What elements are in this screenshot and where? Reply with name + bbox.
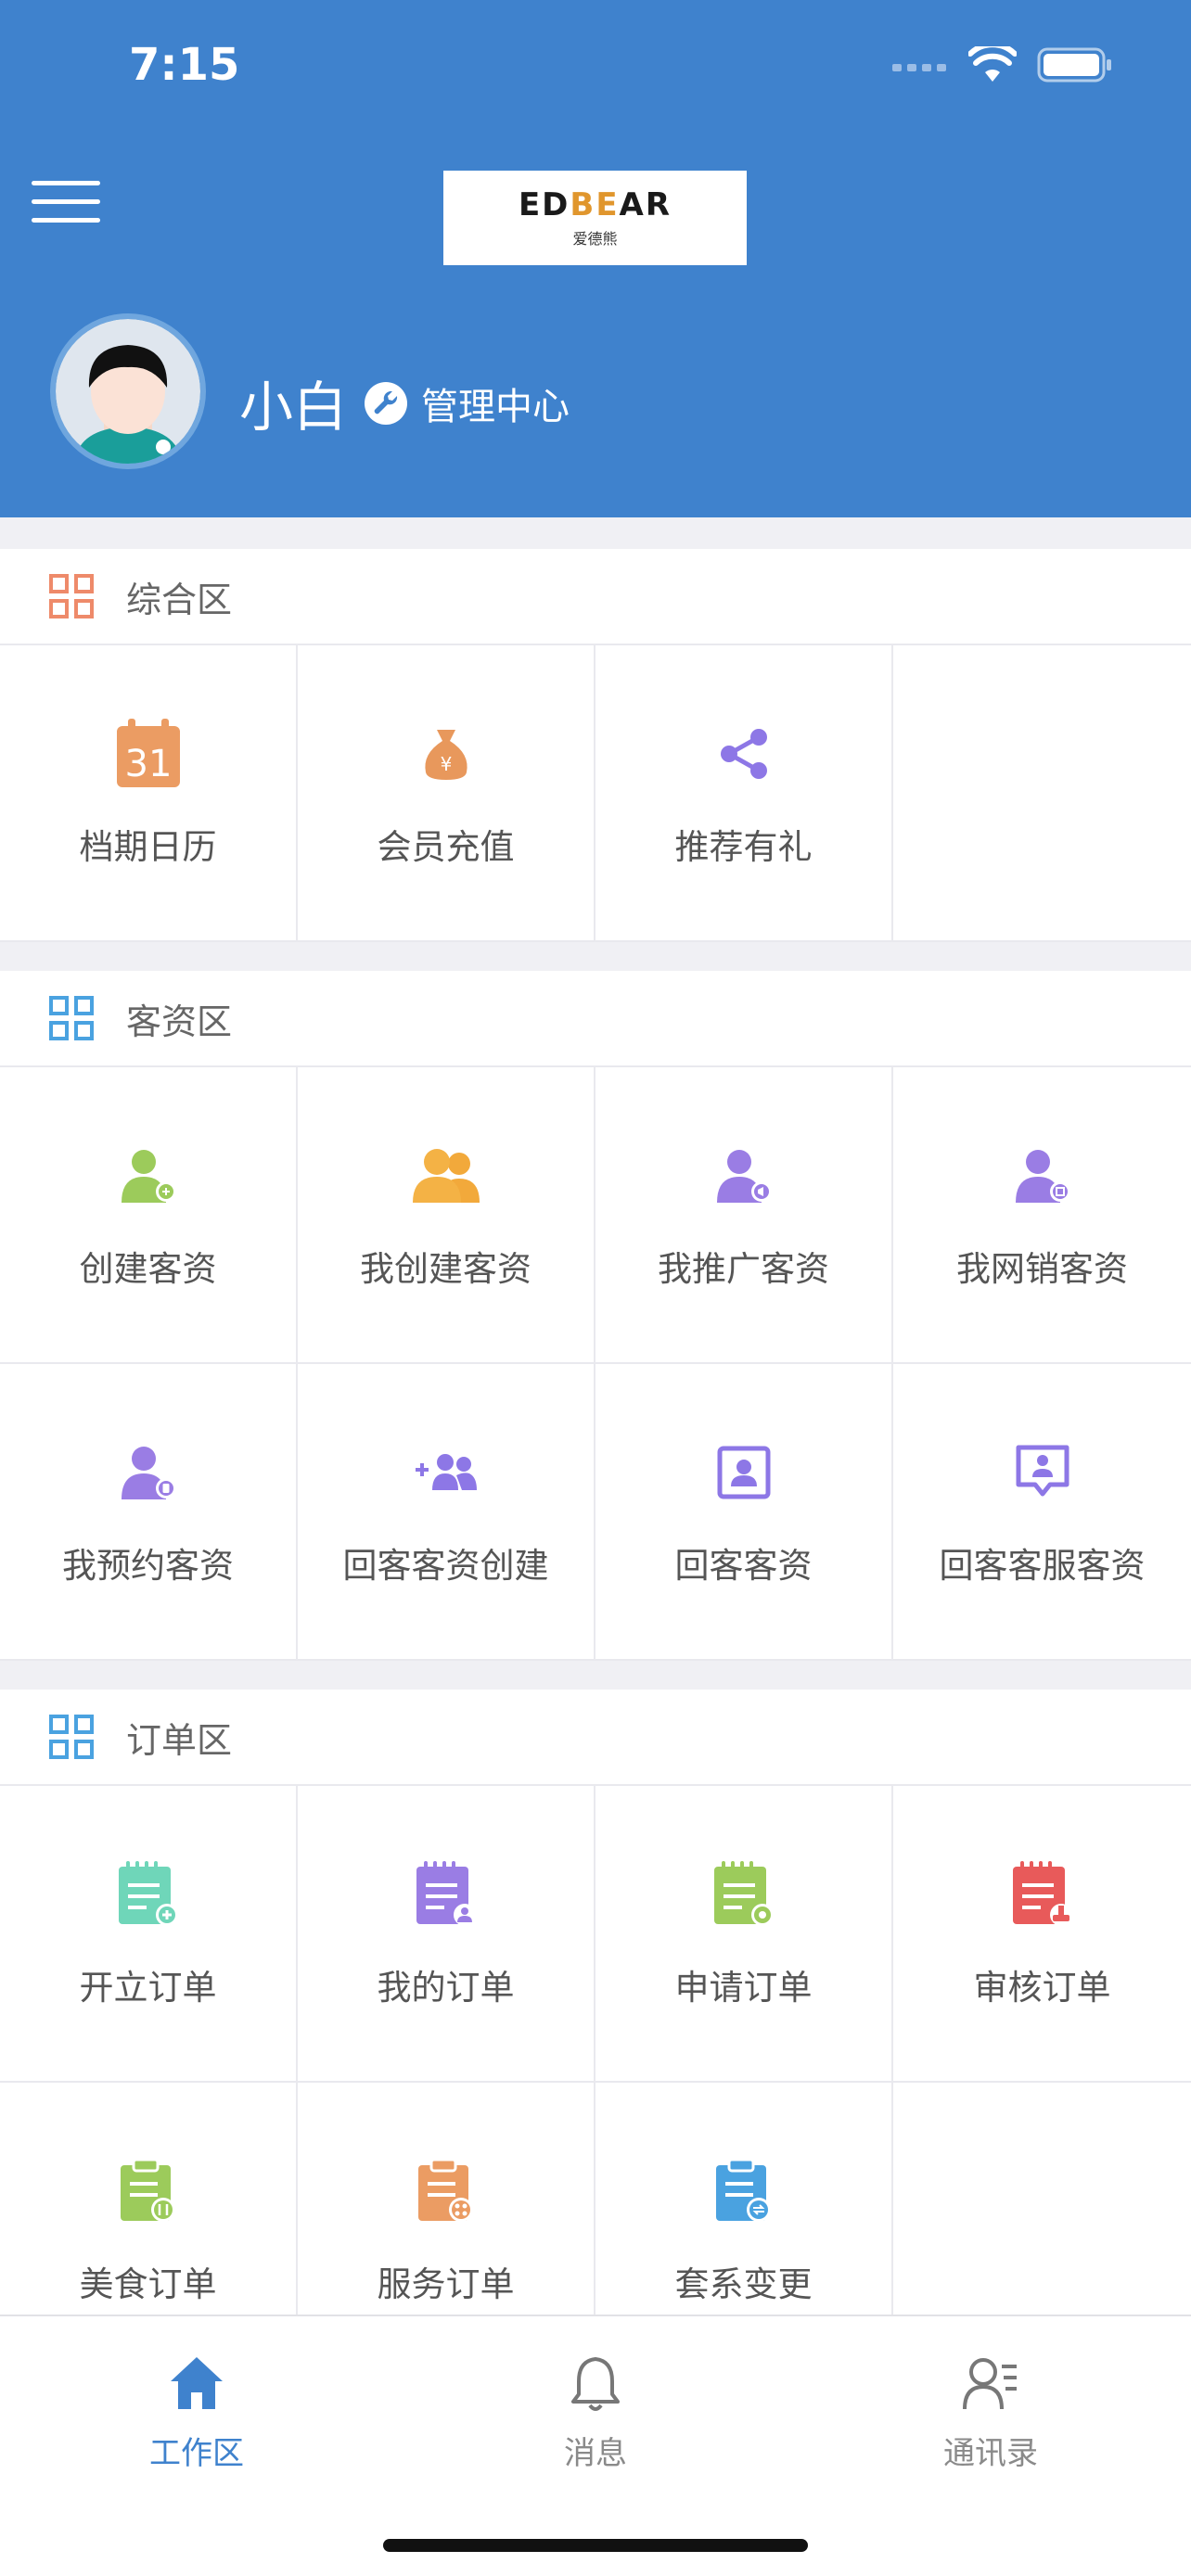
my-order-icon [416, 1861, 476, 1926]
svg-text:¥: ¥ [440, 753, 452, 775]
food-order-icon [120, 2158, 175, 2222]
menu-icon[interactable] [32, 181, 100, 225]
tab-messages[interactable]: 消息 [484, 2353, 707, 2473]
section-header: 综合区 [0, 549, 1191, 645]
section-title: 订单区 [126, 1719, 233, 1761]
user-appointment-icon [121, 1447, 176, 1499]
user-online-icon [1015, 1150, 1070, 1203]
admin-center-link[interactable]: 管理中心 [364, 376, 570, 430]
section-title: 综合区 [126, 579, 233, 620]
status-icons [892, 46, 1113, 83]
tile-schedule-calendar[interactable]: 31 档期日历 [0, 645, 298, 942]
battery-icon [1037, 47, 1111, 83]
calendar-icon: 31 [116, 719, 180, 787]
tab-contacts[interactable]: 通讯录 [879, 2353, 1102, 2473]
tile-empty [893, 645, 1191, 942]
contact-card-icon [717, 1446, 770, 1499]
contacts-icon [963, 2358, 1017, 2410]
tile-my-promoted-clients[interactable]: 我推广客资 [596, 1067, 893, 1364]
tile-my-appointment-clients[interactable]: 我预约客资 [0, 1364, 298, 1661]
group-add-icon [415, 1454, 477, 1490]
svg-text:31: 31 [124, 743, 172, 785]
tile-return-clients[interactable]: 回客客资 [596, 1364, 893, 1661]
service-chat-icon [1016, 1445, 1069, 1497]
share-icon [720, 729, 767, 779]
tile-return-service-clients[interactable]: 回客客服客资 [893, 1364, 1191, 1661]
tile-my-online-clients[interactable]: 我网销客资 [893, 1067, 1191, 1364]
order-add-icon [118, 1861, 178, 1926]
bell-icon [571, 2357, 620, 2411]
home-icon [171, 2357, 223, 2409]
brand-logo: EDBEAR 爱德熊 [443, 171, 747, 265]
avatar[interactable] [50, 313, 206, 469]
user-name: 小白 [239, 376, 348, 439]
wrench-icon [365, 382, 407, 425]
money-bag-icon: ¥ [424, 730, 467, 780]
tile-open-order[interactable]: 开立订单 [0, 1786, 298, 2083]
user-add-icon [121, 1150, 176, 1203]
section-clients: 客资区 创建客资 我创建客资 我推广客资 我网销客资 我预约客资 回客客资创建 … [0, 971, 1191, 1661]
section-orders: 订单区 开立订单 我的订单 申请订单 审核订单 美食订单 服务订单 套系变更 [0, 1690, 1191, 2379]
tile-my-orders[interactable]: 我的订单 [298, 1786, 596, 2083]
tile-member-recharge[interactable]: ¥ 会员充值 [298, 645, 596, 942]
header: 7:15 EDBEAR 爱德熊 小白 管理中心 [0, 0, 1191, 517]
users-icon [412, 1149, 480, 1203]
tab-workspace[interactable]: 工作区 [85, 2353, 308, 2473]
tile-my-created-clients[interactable]: 我创建客资 [298, 1067, 596, 1364]
section-title: 客资区 [126, 1001, 233, 1042]
section-header: 订单区 [0, 1690, 1191, 1786]
tile-review-order[interactable]: 审核订单 [893, 1786, 1191, 2083]
tile-apply-order[interactable]: 申请订单 [596, 1786, 893, 2083]
review-order-icon [1012, 1861, 1072, 1926]
grid-icon [49, 996, 94, 1040]
tab-bar: 工作区 消息 通讯录 [0, 2315, 1191, 2576]
home-indicator[interactable] [383, 2539, 808, 2552]
cellular-signal-icon [892, 64, 946, 71]
apply-order-icon [713, 1861, 774, 1926]
section-general: 综合区 31 档期日历 ¥ 会员充值 推荐有礼 [0, 549, 1191, 942]
tile-referral-gift[interactable]: 推荐有礼 [596, 645, 893, 942]
wifi-icon [968, 46, 1017, 82]
grid-icon [49, 1715, 94, 1759]
grid-icon [49, 574, 94, 618]
package-change-icon [715, 2158, 771, 2222]
user-promote-icon [716, 1150, 772, 1203]
screen: 7:15 EDBEAR 爱德熊 小白 管理中心 综合区 31 档期日历 ¥ 会员… [0, 0, 1191, 2576]
status-time: 7:15 [129, 39, 240, 91]
tile-create-client[interactable]: 创建客资 [0, 1067, 298, 1364]
section-header: 客资区 [0, 971, 1191, 1067]
service-order-icon [417, 2158, 473, 2222]
tile-return-client-create[interactable]: 回客客资创建 [298, 1364, 596, 1661]
